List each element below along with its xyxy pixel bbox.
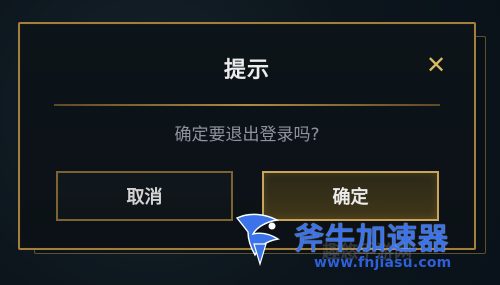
confirm-button[interactable]: 确定 [262,171,439,221]
confirm-button-label: 确定 [332,187,369,208]
dialog-title: 提示 [223,58,270,83]
logout-dialog: 提示 ✕ 确定要退出登录吗? 取消 确定 [18,22,476,250]
cancel-button-label: 取消 [126,187,163,208]
close-icon[interactable]: ✕ [424,53,448,77]
cancel-button[interactable]: 取消 [56,171,233,221]
dialog-message: 确定要退出登录吗? [174,125,320,145]
title-divider [54,104,440,106]
close-glyph: ✕ [425,51,447,79]
